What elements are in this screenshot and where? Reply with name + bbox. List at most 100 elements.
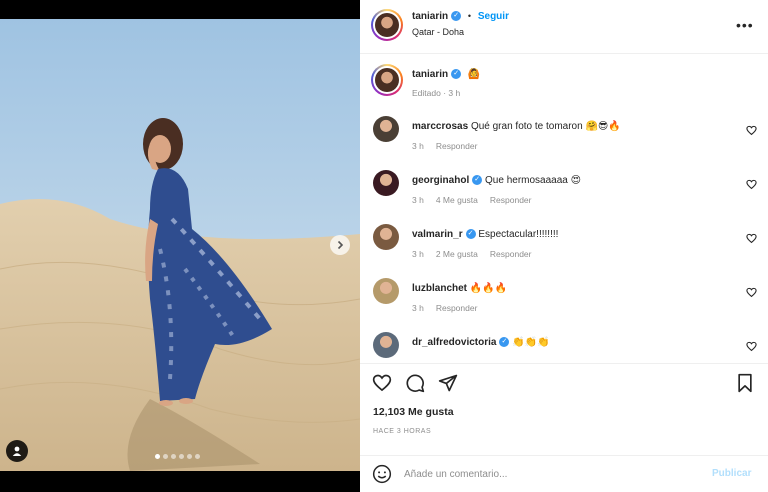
comment-text: Que hermosaaaaa <box>485 175 568 186</box>
caption-username[interactable]: taniarin <box>412 69 448 80</box>
user-icon <box>12 446 22 456</box>
comment-emoji: 🔥🔥🔥 <box>469 283 508 294</box>
post-photo[interactable] <box>0 19 360 471</box>
reply-button[interactable]: Responder <box>490 249 532 259</box>
commenter-avatar[interactable] <box>373 278 399 304</box>
bookmark-icon <box>738 373 752 393</box>
comment-text: Qué gran foto te tomaron <box>470 121 583 132</box>
heart-icon <box>746 233 757 244</box>
comment-time: 3 h <box>412 303 424 313</box>
separator-dot: • <box>467 11 472 21</box>
heart-icon <box>746 125 757 136</box>
commenter-avatar[interactable] <box>373 116 399 142</box>
comment-item: marccrosas Qué gran foto te tomaron 🤗😎🔥 3… <box>360 116 768 170</box>
reply-button[interactable]: Responder <box>436 303 478 313</box>
comment-time: 3 h <box>412 249 424 259</box>
commenter-username[interactable]: georginahol <box>412 175 469 186</box>
comment-item: dr_alfredovictoria ✓ 👏👏👏 <box>360 332 768 362</box>
heart-icon <box>746 179 757 190</box>
comment-meta: 3 h Responder <box>412 141 489 151</box>
caption: taniarin ✓ 🙆 <box>412 69 480 80</box>
comment-body: marccrosas Qué gran foto te tomaron 🤗😎🔥 <box>412 121 621 132</box>
commenter-username[interactable]: luzblanchet <box>412 283 467 294</box>
share-button[interactable] <box>438 373 458 396</box>
comment-item: valmarin_r ✓ Espectacular!!!!!!!! 3 h 2 Me … <box>360 224 768 278</box>
more-options-icon[interactable]: ••• <box>736 17 754 33</box>
header-user-row: taniarin ✓ • Seguir <box>412 11 509 22</box>
add-comment-bar: Publicar <box>360 455 768 492</box>
comment-body: dr_alfredovictoria ✓ 👏👏👏 <box>412 337 550 348</box>
carousel-indicator <box>155 454 200 459</box>
comment-emoji: 👏👏👏 <box>512 337 550 348</box>
comment-meta: 3 h Responder <box>412 303 489 313</box>
comment-like-button[interactable] <box>746 179 757 193</box>
verified-badge-icon: ✓ <box>465 229 476 240</box>
emoji-picker-button[interactable] <box>372 464 392 487</box>
carousel-dot <box>155 454 160 459</box>
comment-like-count[interactable]: 4 Me gusta <box>436 195 478 205</box>
commenter-avatar[interactable] <box>373 224 399 250</box>
carousel-dot <box>187 454 192 459</box>
publish-button[interactable]: Publicar <box>712 468 751 479</box>
verified-badge-icon: ✓ <box>499 337 510 348</box>
commenter-username[interactable]: dr_alfredovictoria <box>412 337 496 348</box>
comment-input[interactable] <box>404 464 704 484</box>
comment-item: luzblanchet 🔥🔥🔥 3 h Responder <box>360 278 768 332</box>
chevron-right-icon <box>337 240 344 250</box>
comment-body: luzblanchet 🔥🔥🔥 <box>412 283 507 294</box>
carousel-dot <box>195 454 200 459</box>
verified-badge-icon: ✓ <box>451 69 462 80</box>
smiley-icon <box>372 464 392 484</box>
caption-text: 🙆 <box>467 69 481 80</box>
paper-plane-icon <box>438 374 458 392</box>
next-photo-button[interactable] <box>330 235 350 255</box>
top-black-bar <box>0 0 360 19</box>
save-button[interactable] <box>736 373 754 396</box>
comment-meta: 3 h 2 Me gusta Responder <box>412 249 543 259</box>
comment-icon <box>406 374 425 393</box>
bottom-black-bar <box>0 471 360 492</box>
post-side-panel: taniarin ✓ • Seguir Qatar - Doha ••• tani… <box>360 0 768 492</box>
comment-button[interactable] <box>405 373 425 396</box>
tagged-users-button[interactable] <box>6 440 28 462</box>
author-avatar[interactable] <box>371 9 403 41</box>
post-actions: 12,103 Me gusta HACE 3 HORAS <box>360 363 768 463</box>
comment-like-button[interactable] <box>746 341 757 355</box>
comment-emoji: 🤗😎🔥 <box>585 121 621 132</box>
heart-icon <box>746 341 757 352</box>
caption-author-avatar[interactable] <box>371 64 403 96</box>
post-location[interactable]: Qatar - Doha <box>412 27 464 37</box>
comment-like-button[interactable] <box>746 233 757 247</box>
heart-icon <box>746 287 757 298</box>
carousel-dot <box>179 454 184 459</box>
comment-text: Espectacular!!!!!!!! <box>478 229 559 240</box>
heart-icon <box>372 374 392 392</box>
like-count[interactable]: 12,103 Me gusta <box>373 406 454 418</box>
post-timestamp: HACE 3 HORAS <box>373 428 432 435</box>
comment-like-button[interactable] <box>746 287 757 301</box>
author-username[interactable]: taniarin <box>412 11 448 22</box>
comment-emoji: 😍 <box>570 175 582 186</box>
comment-like-button[interactable] <box>746 125 757 139</box>
reply-button[interactable]: Responder <box>436 141 478 151</box>
desert-photo-illustration <box>0 19 360 471</box>
carousel-dot <box>163 454 168 459</box>
comment-body: valmarin_r ✓ Espectacular!!!!!!!! <box>412 229 558 240</box>
comment-time: 3 h <box>412 195 424 205</box>
commenter-avatar[interactable] <box>373 170 399 196</box>
comment-body: georginahol ✓ Que hermosaaaaa 😍 <box>412 175 581 186</box>
like-button[interactable] <box>372 373 392 396</box>
comment-meta: 3 h 4 Me gusta Responder <box>412 195 543 205</box>
verified-badge-icon: ✓ <box>472 175 483 186</box>
commenter-avatar[interactable] <box>373 332 399 358</box>
comment-like-count[interactable]: 2 Me gusta <box>436 249 478 259</box>
comment-time: 3 h <box>412 141 424 151</box>
caption-meta: Editado · 3 h <box>412 88 461 98</box>
post-header: taniarin ✓ • Seguir Qatar - Doha ••• <box>360 0 768 54</box>
follow-button[interactable]: Seguir <box>478 11 509 22</box>
commenter-username[interactable]: marccrosas <box>412 121 468 132</box>
reply-button[interactable]: Responder <box>490 195 532 205</box>
verified-badge-icon: ✓ <box>451 11 462 22</box>
carousel-dot <box>171 454 176 459</box>
commenter-username[interactable]: valmarin_r <box>412 229 463 240</box>
